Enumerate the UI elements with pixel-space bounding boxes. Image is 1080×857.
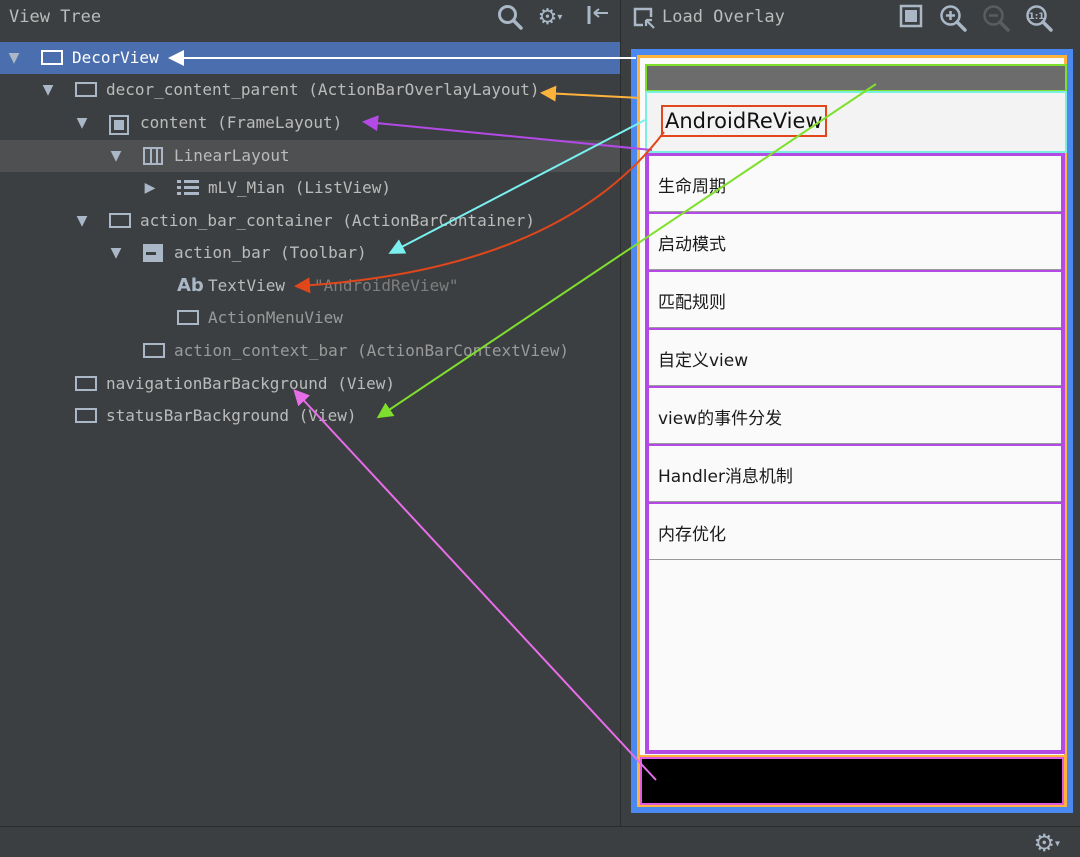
decor-view-preview[interactable]: 生命周期 启动模式 匹配规则 自定义view view的事件分发 Handler…: [631, 49, 1073, 813]
zoom-in-icon[interactable]: [939, 4, 967, 32]
expand-arrow-icon[interactable]: ▼: [108, 148, 124, 164]
list-item-text: Handler消息机制: [658, 467, 793, 487]
tree-node-linearlayout[interactable]: ▼ LinearLayout: [0, 140, 620, 172]
tree-node-mlv-mian[interactable]: ▶ mLV_Mian (ListView): [0, 172, 620, 204]
toolbar-icon: [143, 244, 163, 262]
tree-node-label: action_context_bar (ActionBarContextView…: [174, 341, 569, 360]
view-icon: [41, 50, 63, 65]
tree-node-navigation-bar-background[interactable]: navigationBarBackground (View): [0, 368, 620, 400]
tree-node-label: content (FrameLayout): [140, 113, 343, 132]
view-icon: [109, 213, 131, 228]
list-item-text: 启动模式: [658, 235, 726, 255]
bottom-status-bar: ⚙▾: [0, 826, 1080, 857]
text-view-icon: Ab: [177, 275, 204, 296]
app-title[interactable]: AndroidReView: [661, 105, 827, 137]
action-bar-preview[interactable]: AndroidReView: [645, 91, 1067, 153]
tree-node-decorview[interactable]: ▼ DecorView: [0, 42, 620, 74]
tree-node-label: mLV_Mian (ListView): [208, 178, 392, 197]
gear-icon[interactable]: ⚙▾: [532, 4, 568, 32]
fit-screen-icon[interactable]: [897, 4, 925, 32]
gear-icon[interactable]: ⚙▾: [1033, 829, 1060, 857]
load-overlay-icon: [633, 7, 655, 29]
tree-node-label: navigationBarBackground (View): [106, 374, 395, 393]
linear-layout-icon: [143, 147, 163, 165]
view-icon: [143, 343, 165, 358]
content-frame-preview[interactable]: 生命周期 启动模式 匹配规则 自定义view view的事件分发 Handler…: [645, 152, 1065, 754]
list-item[interactable]: Handler消息机制: [649, 446, 1061, 504]
view-tree-panel: View Tree ⚙▾ ▼ DecorView ▼ decor_content…: [0, 0, 620, 826]
expand-arrow-icon[interactable]: ▼: [108, 245, 124, 261]
preview-toolbar: Load Overlay 1:1: [621, 0, 1080, 40]
decor-content-parent-preview[interactable]: 生命周期 启动模式 匹配规则 自定义view view的事件分发 Handler…: [637, 55, 1067, 807]
tree-node-label: decor_content_parent (ActionBarOverlayLa…: [106, 80, 540, 99]
tree-node-label: ActionMenuView: [208, 308, 343, 327]
tree-node-label: DecorView: [72, 48, 159, 67]
list-view-icon: [177, 179, 199, 197]
collapse-icon[interactable]: [584, 4, 612, 32]
list-item[interactable]: 启动模式: [649, 214, 1061, 272]
load-overlay-label: Load Overlay: [662, 7, 785, 27]
list-item[interactable]: view的事件分发: [649, 388, 1061, 446]
tree-node-status-bar-background[interactable]: statusBarBackground (View): [0, 400, 620, 432]
tree-node-label: LinearLayout: [174, 146, 290, 165]
svg-text:1:1: 1:1: [1028, 12, 1044, 22]
tree-node-textview[interactable]: Ab TextView - "AndroidReView": [0, 270, 620, 302]
frame-layout-icon: [109, 115, 129, 135]
list-item-text: 匹配规则: [658, 293, 726, 313]
list-item-text: 自定义view: [658, 351, 749, 371]
tree-node-label: action_bar (Toolbar): [174, 243, 367, 262]
panel-title: View Tree: [9, 7, 102, 27]
view-icon: [75, 408, 97, 423]
tree-node-content[interactable]: ▼ content (FrameLayout): [0, 107, 620, 139]
tree-node-label: action_bar_container (ActionBarContainer…: [140, 211, 535, 230]
search-icon[interactable]: [496, 4, 524, 32]
view-icon: [177, 310, 199, 325]
list-item-text: 内存优化: [658, 525, 726, 545]
list-item[interactable]: 匹配规则: [649, 272, 1061, 330]
view-icon: [75, 82, 97, 97]
view-icon: [75, 376, 97, 391]
tree-node-decor-content-parent[interactable]: ▼ decor_content_parent (ActionBarOverlay…: [0, 74, 620, 106]
list-item-text: 生命周期: [658, 177, 726, 197]
navigation-bar-background-preview[interactable]: [640, 757, 1064, 805]
tree-node-label: TextView - "AndroidReView": [208, 276, 459, 295]
list-item[interactable]: 内存优化: [649, 504, 1061, 560]
expand-arrow-icon[interactable]: ▼: [40, 82, 56, 98]
tree-node-action-bar-container[interactable]: ▼ action_bar_container (ActionBarContain…: [0, 205, 620, 237]
status-bar-background-preview[interactable]: [645, 64, 1067, 92]
tree-node-action-bar[interactable]: ▼ action_bar (Toolbar): [0, 237, 620, 269]
view-tree-toolbar: View Tree ⚙▾: [0, 0, 620, 40]
tree-node-actionmenuview[interactable]: ActionMenuView: [0, 302, 620, 334]
list-item[interactable]: 自定义view: [649, 330, 1061, 388]
expand-arrow-icon[interactable]: ▼: [74, 115, 90, 131]
actual-size-icon[interactable]: 1:1: [1025, 4, 1053, 32]
collapse-arrow-icon[interactable]: ▶: [142, 180, 158, 196]
tree-node-label: statusBarBackground (View): [106, 406, 357, 425]
zoom-out-icon[interactable]: [982, 4, 1010, 32]
tree-node-action-context-bar[interactable]: action_context_bar (ActionBarContextView…: [0, 335, 620, 367]
expand-arrow-icon[interactable]: ▼: [6, 50, 22, 66]
list-item[interactable]: 生命周期: [649, 156, 1061, 214]
expand-arrow-icon[interactable]: ▼: [74, 213, 90, 229]
list-item-text: view的事件分发: [658, 409, 783, 429]
